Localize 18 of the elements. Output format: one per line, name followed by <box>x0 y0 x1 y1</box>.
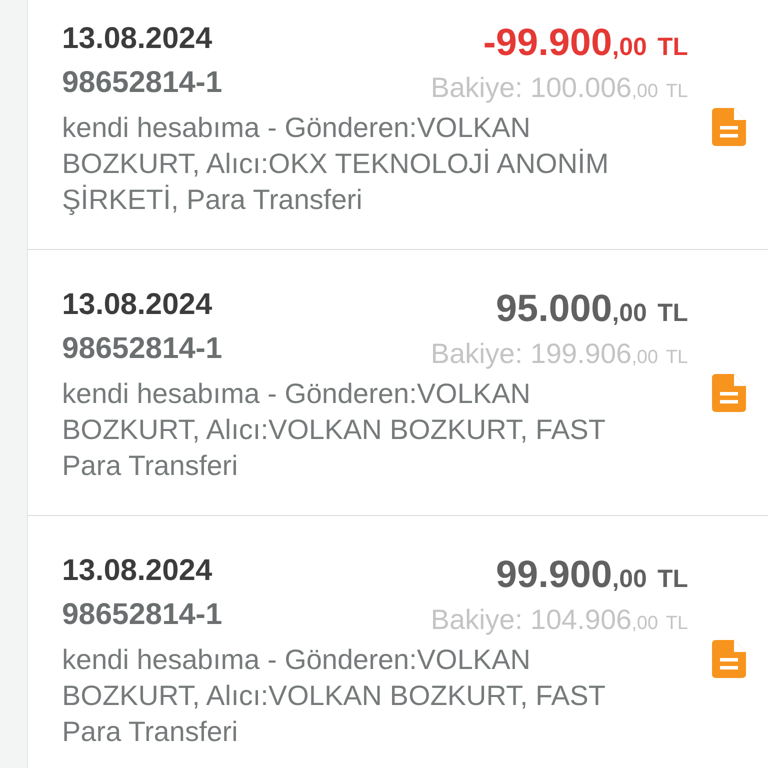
transaction-date: 13.08.2024 <box>62 554 214 588</box>
transaction-date: 13.08.2024 <box>62 22 214 56</box>
transaction-description: kendi hesabıma - Gönderen:VOLKAN BOZKURT, Alıcı:VOLKAN BOZKURT, FAST Para Transferi <box>62 377 606 483</box>
document-icon[interactable] <box>712 374 746 412</box>
document-icon[interactable] <box>712 640 746 678</box>
transaction-amount: -99.900,00 TL <box>483 22 688 66</box>
balance-text: Bakiye: 199.906,00 TL <box>430 338 688 371</box>
reference-number: 98652814-1 <box>62 66 222 100</box>
balance-text: Bakiye: 100.006,00 TL <box>430 72 688 105</box>
transaction-description: kendi hesabıma - Gönderen:VOLKAN BOZKURT, Alıcı:OKX TEKNOLOJİ ANONİM ŞİRKETİ, Para Transferi <box>62 111 610 217</box>
transaction-date: 13.08.2024 <box>62 288 214 322</box>
reference-number: 98652814-1 <box>62 332 222 366</box>
document-icon[interactable] <box>712 108 746 146</box>
balance-text: Bakiye: 104.906,00 TL <box>430 604 688 637</box>
transaction-description: kendi hesabıma - Gönderen:VOLKAN BOZKURT, Alıcı:VOLKAN BOZKURT, FAST Para Transferi <box>62 643 606 749</box>
reference-number: 98652814-1 <box>62 598 222 632</box>
transaction-amount: 99.900,00 TL <box>496 554 688 598</box>
transaction-amount: 95.000,00 TL <box>496 288 688 332</box>
